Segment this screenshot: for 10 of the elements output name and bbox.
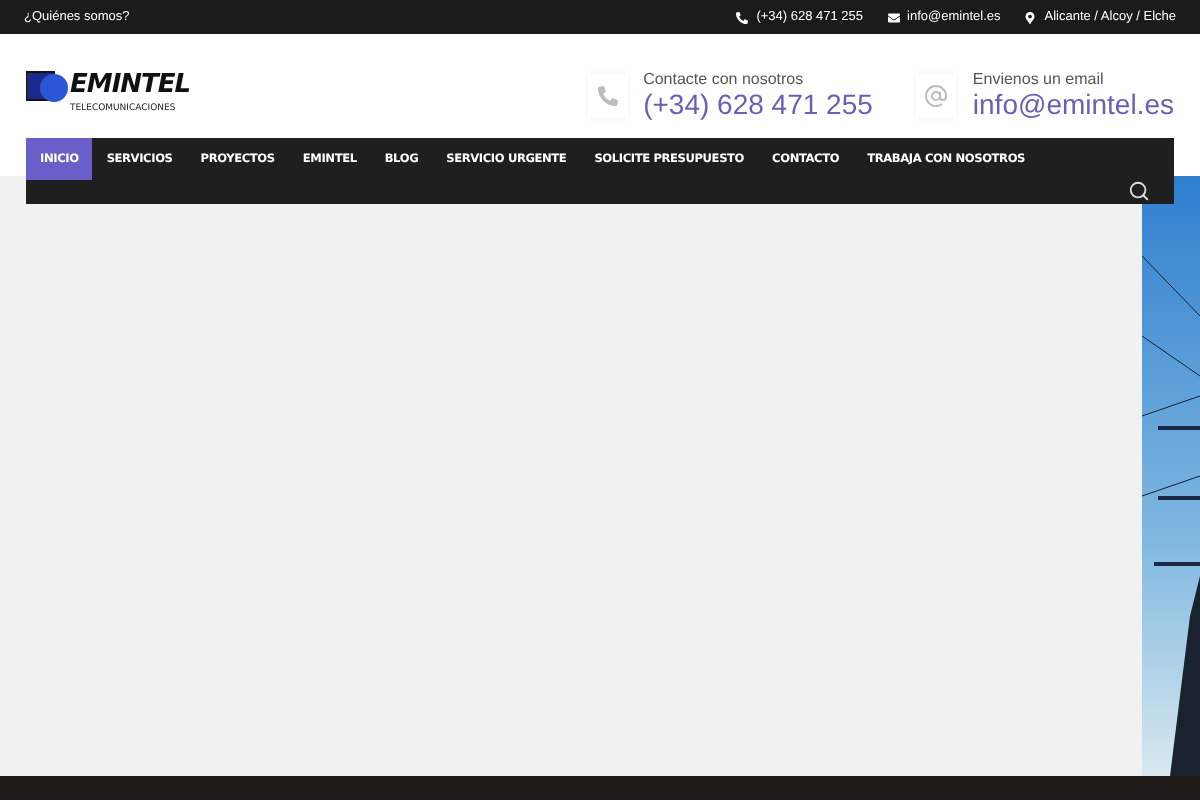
search-icon[interactable] [1128, 180, 1150, 202]
contact-label: Contacte con nosotros [643, 70, 806, 88]
at-sign-icon [924, 83, 949, 107]
map-pin-icon [1024, 11, 1037, 23]
phone-icon [597, 85, 618, 105]
contact-value[interactable]: (+34) 628 471 255 [643, 88, 873, 120]
envelope-icon [887, 11, 900, 23]
contact-label: Envienos un email [972, 70, 1106, 88]
phone-icon [736, 11, 749, 23]
contact-value[interactable]: info@emintel.es [972, 88, 1174, 120]
